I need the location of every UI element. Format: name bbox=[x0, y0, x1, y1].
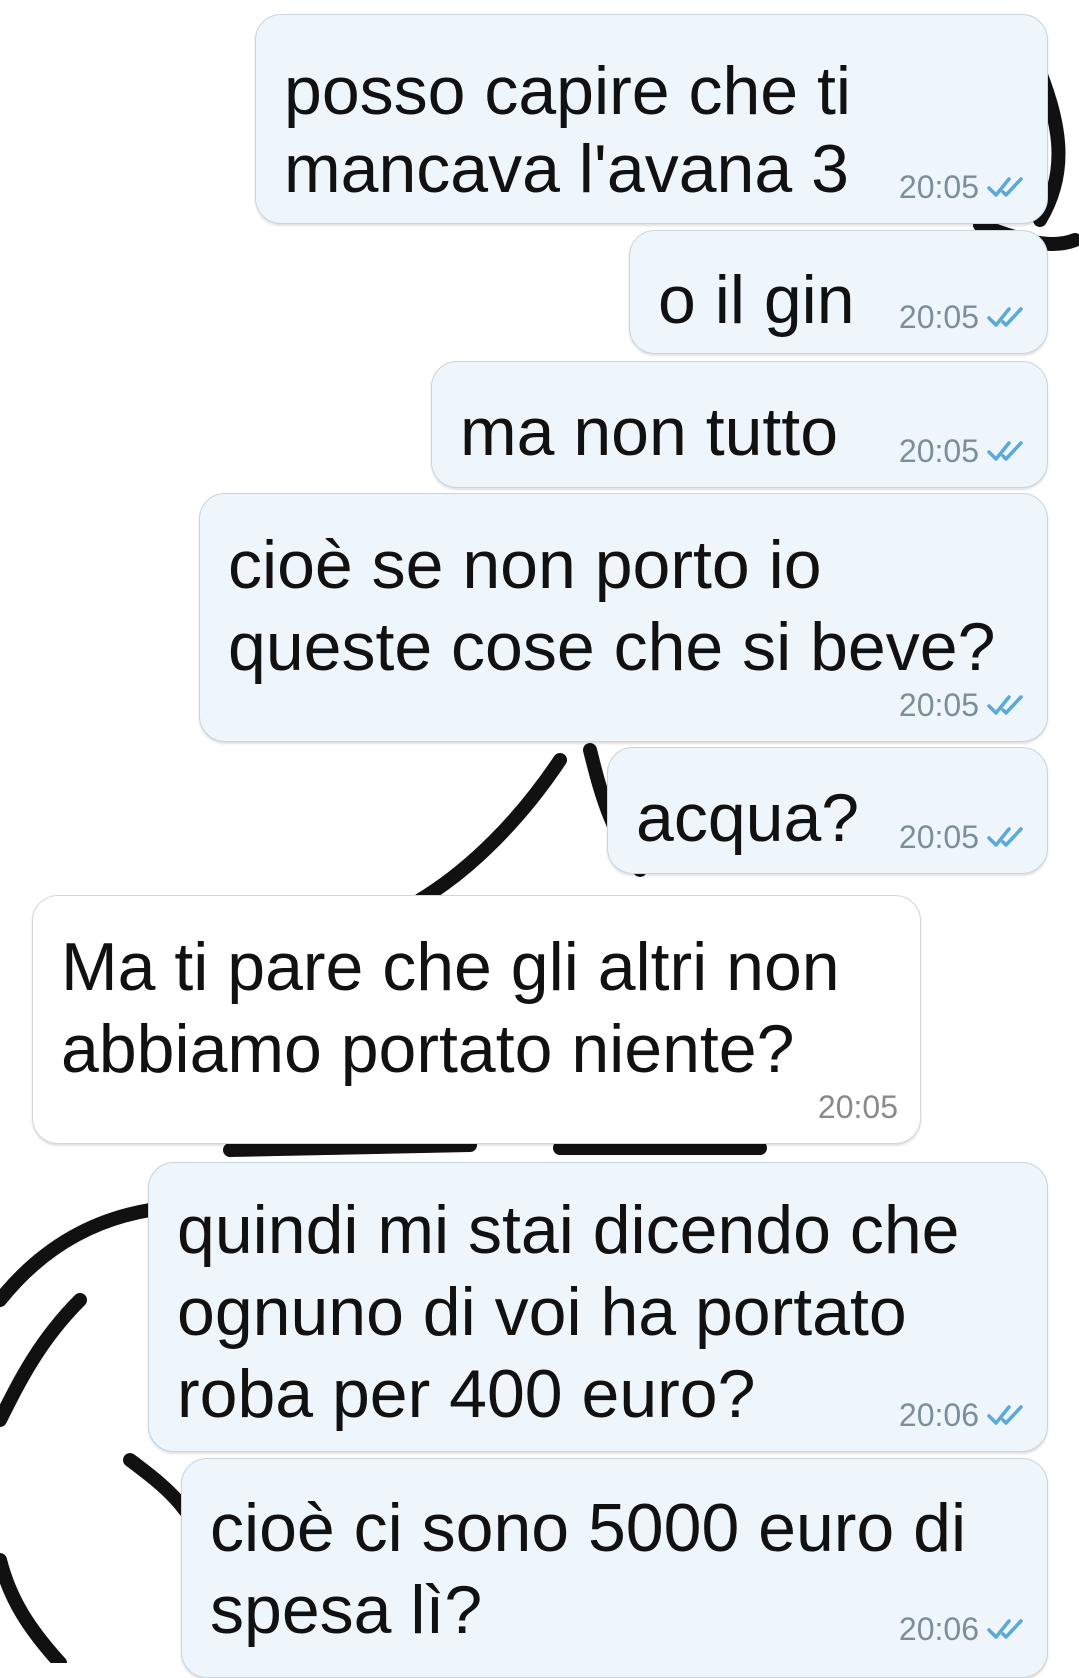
message-bubble-outgoing[interactable]: o il gin 20:05 bbox=[629, 230, 1048, 354]
double-check-icon bbox=[987, 307, 1023, 327]
message-bubble-outgoing[interactable]: quindi mi stai dicendo che ognuno di voi… bbox=[148, 1162, 1048, 1452]
double-check-icon bbox=[987, 177, 1023, 197]
double-check-icon bbox=[987, 1405, 1023, 1425]
message-text-line: roba per 400 euro? bbox=[177, 1356, 756, 1432]
message-time: 20:05 bbox=[898, 299, 979, 335]
message-bubble-outgoing[interactable]: cioè se non porto io queste cose che si … bbox=[199, 493, 1048, 742]
double-check-icon bbox=[987, 1619, 1023, 1639]
message-bubble-outgoing[interactable]: ma non tutto 20:05 bbox=[431, 361, 1048, 488]
message-time: 20:05 bbox=[898, 819, 979, 855]
message-time: 20:05 bbox=[898, 433, 979, 469]
message-text-line: ma non tutto bbox=[460, 394, 839, 470]
message-meta: 20:06 bbox=[899, 1611, 1029, 1647]
message-bubble-incoming[interactable]: Ma ti pare che gli altri non abbiamo por… bbox=[32, 895, 921, 1144]
message-meta: 20:05 bbox=[818, 1089, 898, 1125]
message-time: 20:05 bbox=[898, 169, 979, 205]
message-meta: 20:05 bbox=[899, 299, 1029, 335]
message-text-line: posso capire che ti bbox=[284, 53, 851, 129]
message-text-line: abbiamo portato niente? bbox=[61, 1011, 795, 1087]
message-text-line: o il gin bbox=[658, 262, 855, 338]
message-meta: 20:05 bbox=[899, 433, 1029, 469]
message-text-line: acqua? bbox=[636, 780, 860, 856]
message-meta: 20:05 bbox=[899, 169, 1029, 205]
message-bubble-outgoing[interactable]: posso capire che ti mancava l'avana 3 20… bbox=[255, 14, 1048, 224]
message-text-line: queste cose che si beve? bbox=[228, 609, 996, 685]
message-text-line: spesa lì? bbox=[210, 1572, 483, 1648]
message-time: 20:06 bbox=[898, 1397, 979, 1433]
message-text-line: quindi mi stai dicendo che bbox=[177, 1192, 960, 1268]
message-meta: 20:06 bbox=[899, 1397, 1029, 1433]
chat-thread: posso capire che ti mancava l'avana 3 20… bbox=[0, 0, 1079, 1678]
message-text-line: cioè se non porto io bbox=[228, 527, 822, 603]
double-check-icon bbox=[987, 695, 1023, 715]
message-text-line: ognuno di voi ha portato bbox=[177, 1274, 907, 1350]
message-meta: 20:05 bbox=[899, 687, 1029, 723]
message-text-line: cioè ci sono 5000 euro di bbox=[210, 1490, 967, 1566]
double-check-icon bbox=[987, 441, 1023, 461]
message-bubble-outgoing[interactable]: cioè ci sono 5000 euro di spesa lì? 20:0… bbox=[181, 1458, 1048, 1678]
message-time: 20:05 bbox=[817, 1089, 898, 1125]
message-bubble-outgoing[interactable]: acqua? 20:05 bbox=[607, 747, 1048, 874]
message-text-line: Ma ti pare che gli altri non bbox=[61, 929, 840, 1005]
message-meta: 20:05 bbox=[899, 819, 1029, 855]
message-text-line: mancava l'avana 3 bbox=[284, 131, 849, 207]
message-time: 20:05 bbox=[898, 687, 979, 723]
double-check-icon bbox=[987, 827, 1023, 847]
message-time: 20:06 bbox=[898, 1611, 979, 1647]
